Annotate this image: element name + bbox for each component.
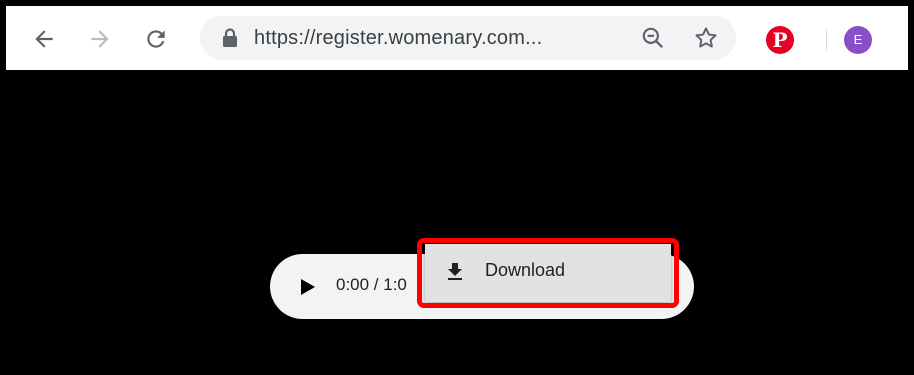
pinterest-icon[interactable]: P xyxy=(766,26,794,54)
context-menu: Download xyxy=(425,244,671,302)
play-icon[interactable] xyxy=(300,278,316,296)
download-icon xyxy=(448,263,462,280)
url-text: https://register.womenary.com... xyxy=(254,27,543,49)
pinterest-glyph: P xyxy=(772,28,788,52)
download-label: Download xyxy=(485,260,566,280)
browser-toolbar: https://register.womenary.com... P E xyxy=(6,6,908,70)
forward-arrow-icon xyxy=(91,30,109,48)
toolbar-divider xyxy=(826,30,827,50)
address-bar[interactable]: https://register.womenary.com... xyxy=(200,16,736,60)
avatar-initial: E xyxy=(853,32,863,47)
profile-avatar[interactable]: E xyxy=(844,26,872,54)
back-button[interactable] xyxy=(28,23,60,55)
bookmark-star-icon[interactable] xyxy=(693,25,719,51)
back-arrow-icon xyxy=(35,30,53,48)
reload-icon xyxy=(147,30,165,48)
reload-button[interactable] xyxy=(140,23,172,55)
zoom-icon[interactable] xyxy=(640,25,666,51)
download-menu-item[interactable]: Download xyxy=(425,244,671,302)
forward-button[interactable] xyxy=(84,23,116,55)
lock-icon xyxy=(223,28,237,47)
time-display: 0:00 / 1:0 xyxy=(336,275,407,294)
